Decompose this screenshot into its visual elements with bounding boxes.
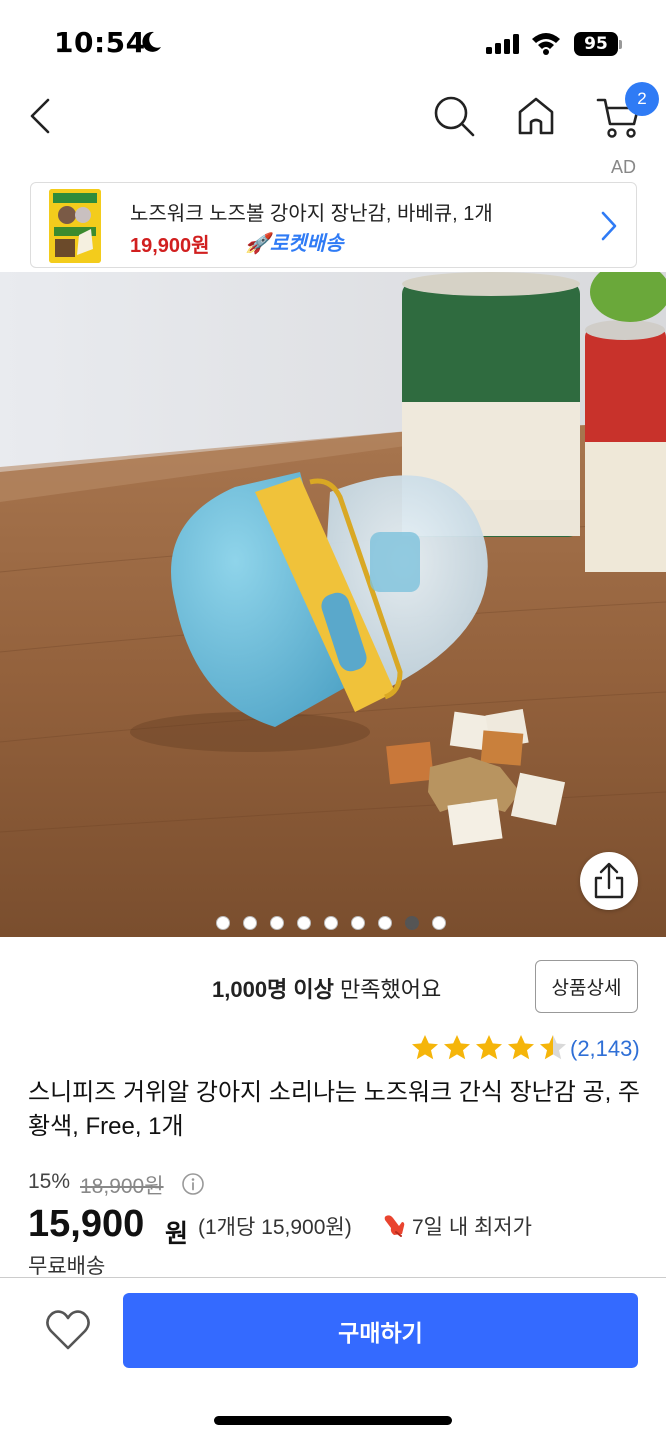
sale-price-unit: 원 — [165, 1220, 189, 1248]
pagination-dot[interactable] — [432, 916, 446, 930]
original-price: 18,900원 — [80, 1175, 164, 1198]
product-title: 스니피즈 거위알 강아지 소리나는 노즈워크 간식 장난감 공, 주황색, Fr… — [28, 1079, 641, 1140]
ad-banner[interactable]: 노즈워크 노즈볼 강아지 장난감, 바베큐, 1개 19,900원 🚀로켓배송 — [30, 182, 637, 268]
discount-rate: 15% — [28, 1170, 71, 1193]
home-indicator — [214, 1416, 452, 1425]
shipping-info: 무료배송 — [28, 1255, 106, 1278]
search-icon[interactable] — [432, 94, 476, 138]
cellular-signal-icon — [486, 34, 519, 54]
share-button[interactable] — [580, 852, 638, 910]
ad-label: AD — [610, 157, 636, 177]
pagination-dot[interactable] — [270, 916, 284, 930]
satisfaction-label: 만족했어요 — [333, 977, 442, 1002]
star-icon — [540, 1035, 566, 1060]
info-icon[interactable] — [181, 1172, 205, 1196]
home-icon[interactable] — [514, 94, 558, 138]
back-arrow-icon[interactable] — [24, 94, 60, 138]
satisfaction-text: 1,000명 이상 만족했어요 — [212, 972, 441, 1004]
pagination-dot[interactable] — [324, 916, 338, 930]
status-time: 10:54 — [54, 26, 146, 59]
ad-product-thumbnail — [49, 189, 101, 263]
bottom-bar-divider — [0, 1277, 666, 1278]
battery-tip — [619, 40, 622, 49]
product-detail-button[interactable]: 상품상세 — [535, 960, 638, 1013]
pagination-dot[interactable] — [378, 916, 392, 930]
star-icon — [476, 1035, 502, 1060]
cart-count-badge: 2 — [625, 82, 659, 116]
moon-icon — [142, 31, 161, 52]
ad-product-title: 노즈워크 노즈볼 강아지 장난감, 바베큐, 1개 — [130, 203, 493, 225]
sale-price: 15,900 — [28, 1203, 145, 1245]
review-count-link[interactable]: (2,143) — [570, 1036, 640, 1062]
rocket-delivery-label: 🚀로켓배송 — [245, 233, 344, 255]
star-icon — [508, 1035, 534, 1060]
pagination-dot[interactable] — [243, 916, 257, 930]
heart-icon[interactable] — [44, 1308, 92, 1352]
rating-stars[interactable] — [410, 1033, 568, 1063]
pointing-down-hand-icon — [384, 1215, 405, 1237]
lowest-price-label: 7일 내 최저가 — [412, 1216, 532, 1239]
battery-indicator: 95 — [574, 32, 618, 56]
ad-product-price: 19,900원 — [130, 235, 210, 257]
satisfaction-count: 1,000명 이상 — [212, 977, 334, 1002]
product-image[interactable] — [0, 272, 666, 937]
pagination-dot[interactable] — [297, 916, 311, 930]
pagination-dot[interactable] — [351, 916, 365, 930]
image-pagination-dots[interactable] — [216, 916, 446, 930]
star-icon — [412, 1035, 438, 1060]
wifi-icon — [532, 33, 560, 55]
unit-price: (1개당 15,900원) — [198, 1216, 352, 1239]
buy-now-button[interactable]: 구매하기 — [123, 1293, 638, 1368]
star-icon — [444, 1035, 470, 1060]
status-bar: 10:54 95 — [0, 0, 666, 80]
pagination-dot[interactable] — [216, 916, 230, 930]
pagination-dot[interactable] — [405, 916, 419, 930]
chevron-right-icon — [601, 211, 617, 241]
share-icon — [594, 862, 624, 899]
